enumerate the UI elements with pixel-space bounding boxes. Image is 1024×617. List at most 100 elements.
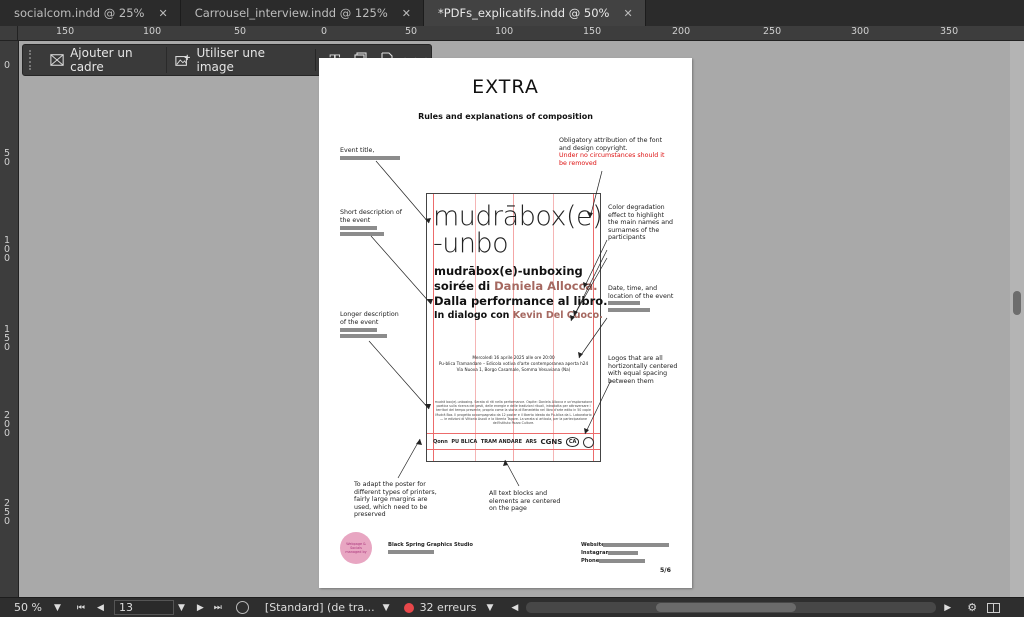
ruler-label: 150	[56, 26, 75, 37]
highlighted-name: Kevin Del Cuoco.	[512, 310, 603, 321]
horizontal-scrollbar[interactable]	[526, 602, 937, 613]
last-page-icon[interactable]: ⏭	[214, 603, 222, 613]
errors-dropdown-icon[interactable]: ▼	[486, 603, 493, 613]
preflight-profile[interactable]: [Standard] (de tra...	[265, 601, 375, 614]
profile-dropdown-icon[interactable]: ▼	[383, 603, 390, 613]
add-frame-button[interactable]: Ajouter un cadre	[42, 46, 167, 74]
first-page-icon[interactable]: ⏮	[77, 603, 85, 613]
note-text: Longer description of the event	[340, 311, 399, 326]
split-view-icon[interactable]	[987, 602, 1001, 613]
logo: CGNS	[540, 438, 563, 446]
tab-socialcom[interactable]: socialcom.indd @ 25% ✕	[0, 0, 181, 26]
note-margins: To adapt the poster for different types …	[354, 481, 446, 519]
error-count[interactable]: 32 erreurs	[420, 601, 477, 614]
status-bar: 50 % ▼ ⏮ ◀ 13 ▼ ▶ ⏭ [Standard] (de tra..…	[0, 597, 1024, 617]
logo: Qonn	[433, 439, 448, 445]
poster-heading-2: soirée di Daniela Allocca.	[434, 279, 598, 293]
scrollbar-thumb[interactable]	[1013, 291, 1021, 315]
badge-text: Webpage & Socials managed by	[345, 541, 367, 555]
horizontal-ruler[interactable]: 150 100 50 0 50 100 150 200 250 300 350	[18, 26, 1024, 41]
scrollbar-thumb[interactable]	[656, 603, 797, 612]
previous-page-icon[interactable]: ◀	[97, 603, 104, 613]
document-tab-bar: socialcom.indd @ 25% ✕ Carrousel_intervi…	[0, 0, 1024, 26]
note-text: Short description of the event	[340, 209, 402, 224]
use-image-label: Utiliser une image	[196, 46, 265, 74]
ruler-label: 0	[321, 26, 328, 37]
vertical-ruler[interactable]: 0 5 0 1 0 0 1 5 0 2 0 0 2 5 0	[0, 41, 19, 597]
vertical-scrollbar[interactable]	[1010, 41, 1024, 597]
poster-big-title-1: mudrābox(e)	[433, 201, 603, 232]
error-status-icon	[403, 602, 414, 613]
poster-heading-2a: soirée di	[434, 279, 495, 293]
highlighted-name: Daniela Allocca.	[494, 279, 598, 293]
note-copyright: Obligatory attribution of the font and d…	[559, 137, 674, 167]
scroll-left-icon[interactable]: ◀	[511, 603, 518, 613]
margin-guide	[427, 449, 600, 450]
add-frame-label: Ajouter un cadre	[70, 46, 133, 74]
copyright-warning: Under no circumstances should it be remo…	[559, 152, 665, 167]
note-text: Date, time, and location of the event	[608, 285, 674, 300]
poster-frame[interactable]: mudrābox(e) -unbo mudrābox(e)-unboxing s…	[426, 193, 608, 462]
ruler-label: 150	[583, 26, 602, 37]
poster-body-text: mudrā box(e)-unboxing. Serata di riti ne…	[434, 400, 593, 426]
ruler-corner[interactable]	[0, 26, 18, 41]
document-page[interactable]: EXTRA Rules and explanations of composit…	[319, 58, 692, 588]
tab-carrousel[interactable]: Carrousel_interview.indd @ 125% ✕	[181, 0, 424, 26]
logo: PU BLICA	[451, 439, 478, 445]
page-number-value: 13	[118, 601, 133, 614]
margin-guide	[593, 194, 594, 461]
use-image-button[interactable]: Utiliser une image	[167, 46, 301, 74]
note-date-location: Date, time, and location of the event	[608, 285, 678, 300]
note-text: Logos that are all hortizontally centere…	[608, 355, 678, 385]
poster-big-title-2: -unbo	[433, 228, 509, 259]
note-text: To adapt the poster for different types …	[354, 481, 437, 519]
ruler-label: 2 5 0	[4, 498, 11, 527]
placeholder-bar	[388, 550, 434, 554]
close-icon[interactable]: ✕	[402, 7, 411, 20]
ruler-label: 300	[851, 26, 870, 37]
drag-handle[interactable]	[29, 50, 38, 70]
scroll-right-icon[interactable]: ▶	[944, 603, 951, 613]
poster-heading-4a: In dialogo con	[434, 310, 513, 321]
ruler-label: 100	[143, 26, 162, 37]
image-place-icon	[175, 54, 190, 66]
logo: TRAM ANDARE	[480, 439, 522, 445]
tab-pdfs-explicatifs[interactable]: *PDFs_explicatifs.indd @ 50% ✕	[423, 0, 646, 26]
ruler-label: 5 0	[4, 148, 11, 168]
poster-heading-1: mudrābox(e)-unboxing	[434, 264, 583, 278]
studio-name: Black Spring Graphics Studio	[388, 542, 473, 548]
ruler-label: 50	[234, 26, 247, 37]
note-text: Color degradation effect to highlight th…	[608, 204, 674, 242]
note-longer-description: Longer description of the event	[340, 311, 405, 326]
zoom-dropdown-icon[interactable]: ▼	[54, 603, 61, 613]
poster-heading-4: In dialogo con Kevin Del Cuoco.	[434, 310, 603, 321]
zoom-level[interactable]: 50 %	[14, 601, 48, 614]
tab-label: Carrousel_interview.indd @ 125%	[194, 6, 388, 20]
close-icon[interactable]: ✕	[158, 7, 167, 20]
placeholder-bar	[603, 543, 669, 547]
note-color-degradation: Color degradation effect to highlight th…	[608, 204, 676, 242]
page-number-input[interactable]: 13	[113, 600, 174, 615]
page-dropdown-icon[interactable]: ▼	[178, 603, 185, 613]
ruler-label: 0	[4, 60, 11, 71]
settings-icon[interactable]: ⚙	[967, 601, 977, 614]
margin-guide	[427, 433, 600, 434]
ruler-label: 50	[405, 26, 418, 37]
note-text: All text blocks and elements are centere…	[489, 490, 561, 513]
poster-logo-row: Qonn PU BLICA TRAM ANDARE ARS CGNS CA	[433, 435, 594, 449]
placeholder-bar	[340, 334, 387, 338]
next-page-icon[interactable]: ▶	[197, 603, 204, 613]
ruler-label: 200	[672, 26, 691, 37]
placeholder-bar	[340, 328, 377, 332]
note-event-title: Event title,	[340, 147, 410, 155]
page-number: 5/6	[660, 567, 671, 574]
placeholder-bar	[340, 226, 377, 230]
ruler-label: 1 5 0	[4, 324, 11, 353]
tab-label: *PDFs_explicatifs.indd @ 50%	[437, 6, 610, 20]
placeholder-bar	[340, 156, 400, 160]
close-icon[interactable]: ✕	[623, 7, 632, 20]
placeholder-bar	[608, 551, 638, 555]
placeholder-bar	[608, 308, 650, 312]
webpage-badge: Webpage & Socials managed by	[340, 532, 372, 564]
preflight-icon[interactable]	[235, 601, 249, 614]
